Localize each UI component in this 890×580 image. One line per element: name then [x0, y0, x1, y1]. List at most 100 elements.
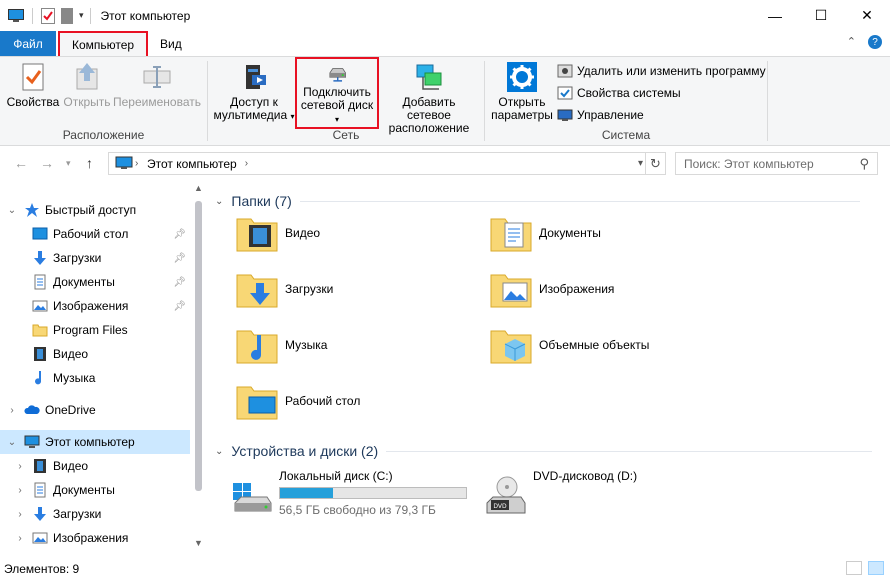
nav-this-pc[interactable]: ⌄ Этот компьютер: [0, 430, 190, 454]
nav-scrollbar[interactable]: ▲ ▼: [190, 181, 207, 557]
open-button[interactable]: Открыть: [62, 61, 112, 109]
breadcrumb-chevron-icon[interactable]: ›: [245, 158, 248, 169]
pin-icon[interactable]: 📌︎: [173, 277, 186, 288]
video-icon: [34, 347, 46, 361]
nav-quick-access[interactable]: ⌄ Быстрый доступ: [0, 198, 190, 222]
refresh-icon[interactable]: ↻: [645, 153, 665, 174]
uninstall-program-button[interactable]: Удалить или изменить программу: [557, 63, 766, 79]
open-icon: [76, 63, 98, 90]
recent-locations-chevron-icon[interactable]: ▾: [66, 158, 71, 169]
nav-label: Загрузки: [53, 507, 102, 521]
pin-icon[interactable]: 📌︎: [173, 229, 186, 240]
large-icons-view-icon[interactable]: [868, 561, 884, 575]
media-access-button[interactable]: Доступ к мультимедиа ▾: [212, 61, 296, 123]
nav-pc-videos[interactable]: › Видео: [0, 454, 190, 478]
folder-pictures[interactable]: Изображения: [489, 265, 739, 313]
collapse-chevron-icon[interactable]: ⌄: [215, 446, 223, 457]
drive-c[interactable]: Локальный диск (C:) 56,5 ГБ свободно из …: [229, 469, 479, 529]
folder-label: Изображения: [539, 282, 615, 296]
tab-view[interactable]: Вид: [148, 31, 194, 56]
map-network-drive-button[interactable]: Подключить сетевой диск ▾: [295, 57, 379, 129]
details-view-icon[interactable]: [846, 561, 862, 575]
collapse-ribbon-icon[interactable]: ⌃: [847, 35, 856, 49]
section-devices[interactable]: ⌄ Устройства и диски (2): [215, 443, 873, 459]
search-input[interactable]: Поиск: Этот компьютер ⚲: [675, 152, 878, 175]
folder-videos[interactable]: Видео: [235, 209, 485, 257]
document-icon: [34, 482, 46, 498]
up-arrow-icon[interactable]: ↑: [86, 155, 93, 171]
nav-item-downloads[interactable]: Загрузки 📌︎: [0, 246, 190, 270]
maximize-button[interactable]: ☐: [798, 0, 844, 31]
nav-pc-pictures[interactable]: › Изображения: [0, 526, 190, 550]
expand-chevron-icon[interactable]: ›: [8, 461, 32, 472]
folder-3d-objects[interactable]: Объемные объекты: [489, 321, 739, 369]
section-folders[interactable]: ⌄ Папки (7): [215, 193, 860, 209]
expand-chevron-icon[interactable]: ›: [8, 533, 32, 544]
nav-item-program-files[interactable]: Program Files: [0, 318, 190, 342]
breadcrumb[interactable]: Этот компьютер: [147, 157, 237, 171]
video-folder-icon: [236, 218, 278, 252]
navigation-pane: ⌄ Быстрый доступ Рабочий стол 📌︎ Загрузк…: [0, 181, 207, 557]
scroll-down-icon[interactable]: ▼: [190, 538, 207, 555]
expand-chevron-icon[interactable]: ›: [8, 485, 32, 496]
folder-downloads[interactable]: Загрузки: [235, 265, 485, 313]
music-icon: [35, 371, 42, 385]
close-button[interactable]: ✕: [844, 0, 890, 31]
back-arrow-icon[interactable]: ←: [14, 155, 28, 171]
address-history-chevron-icon[interactable]: ▾: [638, 158, 643, 169]
nav-item-desktop[interactable]: Рабочий стол 📌︎: [0, 222, 190, 246]
nav-item-documents[interactable]: Документы 📌︎: [0, 270, 190, 294]
pictures-folder-icon: [490, 274, 532, 308]
chevron-down-icon: ▾: [334, 115, 339, 124]
folder-music[interactable]: Музыка: [235, 321, 485, 369]
tab-computer[interactable]: Компьютер: [58, 31, 148, 56]
minimize-button[interactable]: —: [752, 0, 798, 31]
folder-label: Рабочий стол: [285, 394, 361, 408]
document-icon: [34, 274, 46, 290]
folder-documents[interactable]: Документы: [489, 209, 739, 257]
nav-pc-downloads[interactable]: › Загрузки: [0, 502, 190, 526]
expand-chevron-icon[interactable]: ›: [8, 509, 32, 520]
expand-chevron-icon[interactable]: ⌄: [0, 437, 24, 448]
map-label-2-text: сетевой диск: [300, 98, 374, 112]
help-icon[interactable]: ?: [868, 35, 882, 49]
new-folder-quick-icon[interactable]: [61, 7, 73, 24]
nav-pc-documents[interactable]: › Документы: [0, 478, 190, 502]
documents-folder-icon: [490, 218, 532, 252]
collapse-chevron-icon[interactable]: ⌄: [215, 196, 223, 207]
address-bar[interactable]: › Этот компьютер › ▾ ↻: [108, 152, 666, 175]
system-properties-button[interactable]: Свойства системы: [557, 85, 681, 101]
properties-button[interactable]: Свойства: [6, 61, 60, 109]
tab-file[interactable]: Файл: [0, 31, 56, 56]
nav-item-pictures[interactable]: Изображения 📌︎: [0, 294, 190, 318]
nav-item-music[interactable]: Музыка: [0, 366, 190, 390]
nav-item-videos[interactable]: Видео: [0, 342, 190, 366]
settings-label-2: параметры: [491, 108, 553, 122]
dvd-drive-icon: DVD: [486, 476, 526, 514]
group-separator: [767, 61, 768, 141]
open-settings-button[interactable]: Открыть параметры: [489, 61, 555, 122]
scroll-up-icon[interactable]: ▲: [190, 183, 207, 200]
pin-icon[interactable]: 📌︎: [173, 253, 186, 264]
map-label-2: сетевой диск ▾: [299, 99, 375, 126]
pin-icon[interactable]: 📌︎: [173, 301, 186, 312]
download-icon: [34, 251, 46, 265]
properties-quick-icon[interactable]: [41, 7, 55, 24]
group-system-label: Система: [601, 128, 651, 142]
media-label-2: мультимедиа ▾: [213, 109, 294, 123]
nav-onedrive[interactable]: › OneDrive: [0, 398, 190, 422]
drive-d[interactable]: DVD DVD-дисковод (D:): [483, 469, 733, 529]
forward-arrow-icon[interactable]: →: [40, 155, 54, 171]
add-network-location-button[interactable]: Добавить сетевое расположение: [380, 61, 478, 135]
customize-quick-access-icon[interactable]: ▾: [79, 10, 84, 21]
drive-usage-bar: [279, 487, 467, 499]
folder-desktop[interactable]: Рабочий стол: [235, 377, 485, 425]
expand-chevron-icon[interactable]: ⌄: [0, 205, 24, 216]
scroll-thumb[interactable]: [195, 201, 202, 491]
rename-button[interactable]: Переименовать: [113, 61, 201, 109]
manage-button[interactable]: Управление: [557, 107, 644, 123]
uninstall-icon: [557, 64, 573, 78]
breadcrumb-chevron-icon[interactable]: ›: [135, 158, 138, 169]
expand-chevron-icon[interactable]: ›: [0, 405, 24, 416]
manage-icon: [557, 109, 573, 121]
